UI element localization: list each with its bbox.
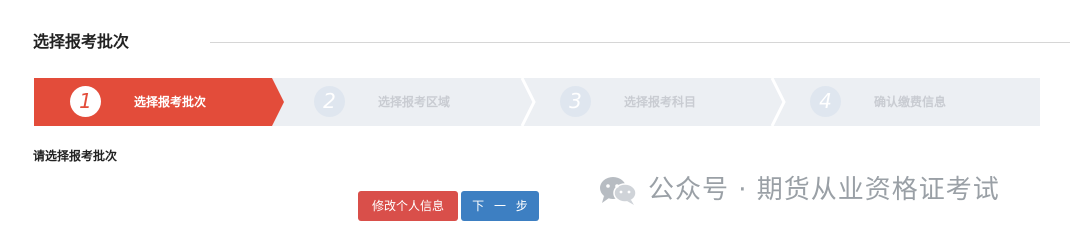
step-3[interactable]: 3 选择报考科目 bbox=[524, 78, 774, 126]
edit-personal-info-button[interactable]: 修改个人信息 bbox=[358, 191, 458, 221]
step-1-label: 选择报考批次 bbox=[134, 95, 207, 109]
step-2-label: 选择报考区域 bbox=[378, 95, 451, 109]
next-step-button[interactable]: 下 一 步 bbox=[461, 191, 539, 221]
wechat-icon bbox=[600, 177, 637, 205]
step-4-number: 4 bbox=[810, 86, 841, 117]
step-3-number: 3 bbox=[560, 86, 591, 117]
batch-prompt: 请选择报考批次 bbox=[33, 149, 118, 163]
section-title: 选择报考批次 bbox=[33, 32, 130, 51]
step-progress-bar: 1 选择报考批次 2 选择报考区域 3 选择报考科目 4 确认缴费信息 bbox=[34, 78, 1040, 126]
step-4[interactable]: 4 确认缴费信息 bbox=[774, 78, 1024, 126]
step-3-label: 选择报考科目 bbox=[624, 95, 697, 109]
step-4-label: 确认缴费信息 bbox=[874, 95, 947, 109]
step-2[interactable]: 2 选择报考区域 bbox=[278, 78, 528, 126]
watermark-text: 公众号 · 期货从业资格证考试 bbox=[648, 175, 1000, 205]
step-1-number: 1 bbox=[70, 86, 101, 117]
step-1[interactable]: 1 选择报考批次 bbox=[34, 78, 284, 126]
section-divider bbox=[210, 42, 1070, 43]
step-2-number: 2 bbox=[314, 86, 345, 117]
